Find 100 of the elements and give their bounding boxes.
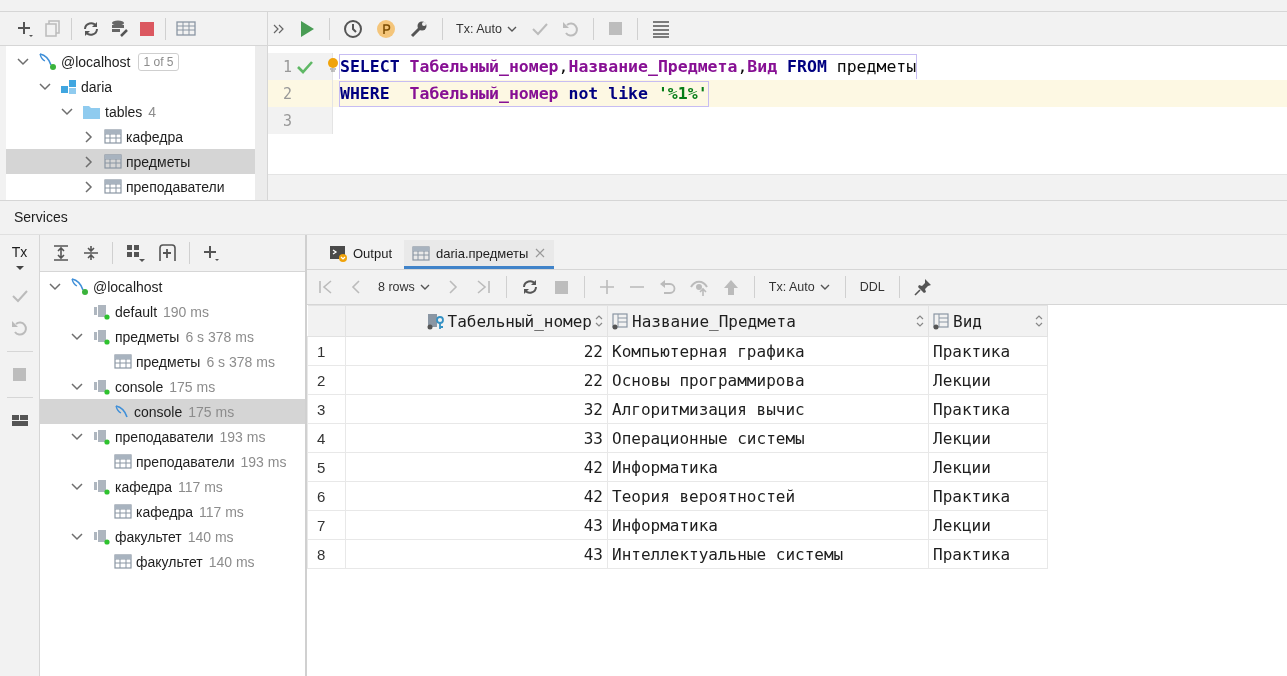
row-number: 6 — [307, 481, 346, 511]
tree-item[interactable]: console 175 ms — [40, 399, 305, 424]
session-icon — [92, 327, 111, 346]
table-icon — [114, 503, 132, 520]
tree-item[interactable]: предметы 6 s 378 ms — [40, 349, 305, 374]
tree-item[interactable]: tables 4 — [6, 99, 255, 124]
table-cell: Практика — [928, 481, 1048, 511]
table-cell: Лекции — [928, 423, 1048, 453]
tree-item[interactable]: кафедра — [6, 124, 255, 149]
ddl-button[interactable]: DDL — [859, 280, 885, 294]
session-icon — [92, 427, 111, 446]
add-icon[interactable] — [16, 19, 34, 38]
run-icon[interactable] — [298, 18, 316, 39]
tree-item[interactable]: кафедра 117 ms — [40, 474, 305, 499]
table-icon — [114, 353, 132, 370]
sort-icon[interactable] — [595, 314, 603, 328]
table-cell: Основы программирова — [607, 365, 929, 395]
table-cell: Операционные системы — [607, 423, 929, 453]
column-header[interactable]: Табельный_номер — [345, 305, 608, 337]
group-by-icon[interactable] — [125, 243, 145, 263]
duration-label: 140 ms — [187, 528, 234, 545]
tree-item[interactable]: @localhost 1 of 5 — [6, 49, 255, 74]
console-output-icon — [329, 244, 347, 262]
tree-item[interactable]: преподаватели 193 ms — [40, 424, 305, 449]
line-number: 2 — [281, 84, 292, 103]
transaction-mode-dropdown[interactable]: Tx: Auto — [456, 21, 518, 36]
tree-item[interactable]: преподаватели 193 ms — [40, 449, 305, 474]
tree-item[interactable]: кафедра 117 ms — [40, 499, 305, 524]
tree-item[interactable]: @localhost — [40, 274, 305, 299]
table-cell: Лекции — [928, 365, 1048, 395]
history-icon[interactable] — [343, 18, 363, 39]
key-column-icon — [426, 312, 445, 330]
schema-icon — [60, 78, 77, 95]
duration-label: 175 ms — [188, 403, 235, 420]
row-number: 1 — [307, 336, 346, 366]
transaction-mode-dropdown[interactable]: Tx: Auto — [768, 280, 831, 294]
refresh-icon[interactable] — [520, 278, 539, 296]
duration-label: 6 s 378 ms — [185, 328, 254, 345]
table-cell: Информатика — [607, 452, 929, 482]
tree-item[interactable]: предметы — [6, 149, 255, 174]
table-cell: 22 — [345, 336, 608, 366]
caret-icon — [14, 265, 25, 271]
row-number: 4 — [307, 423, 346, 453]
tree-item[interactable]: преподаватели — [6, 174, 255, 199]
column-header[interactable]: Вид — [928, 305, 1048, 337]
collapse-all-icon[interactable] — [82, 244, 100, 262]
tree-item[interactable]: daria — [6, 74, 255, 99]
table-cell: Теория вероятностей — [607, 481, 929, 511]
folder-icon — [82, 103, 101, 120]
transaction-mode-button[interactable]: Tx — [11, 245, 28, 273]
table-view-icon[interactable] — [176, 20, 196, 37]
table-cell: Лекции — [928, 452, 1048, 482]
lightbulb-icon[interactable] — [326, 57, 340, 73]
row-number: 5 — [307, 452, 346, 482]
column-header[interactable]: Название_Предмета — [607, 305, 929, 337]
table-cell: 43 — [345, 539, 608, 569]
tree-item[interactable]: console 175 ms — [40, 374, 305, 399]
duration-label: 140 ms — [208, 553, 255, 570]
table-cell: 42 — [345, 481, 608, 511]
add-service-icon[interactable] — [157, 243, 177, 263]
p-badge-icon[interactable] — [376, 18, 396, 39]
table-cell: 32 — [345, 394, 608, 424]
sort-icon[interactable] — [1035, 314, 1043, 328]
column-icon — [933, 312, 950, 330]
tab[interactable]: Output — [321, 240, 401, 269]
column-icon — [612, 312, 629, 330]
row-number: 7 — [307, 510, 346, 540]
item-count: 4 — [148, 103, 157, 120]
session-icon — [92, 477, 111, 496]
pin-icon[interactable] — [913, 278, 932, 296]
session-icon — [92, 527, 111, 546]
table-cell: Практика — [928, 539, 1048, 569]
database-settings-icon[interactable] — [110, 19, 129, 38]
table-icon — [104, 128, 122, 145]
close-icon[interactable] — [534, 247, 547, 259]
count-badge: 1 of 5 — [138, 52, 179, 71]
row-number: 2 — [307, 365, 346, 395]
table-icon — [114, 453, 132, 470]
output-layout-icon[interactable] — [650, 18, 671, 39]
stop-icon[interactable] — [139, 20, 155, 37]
table-cell: 22 — [345, 365, 608, 395]
table-icon — [104, 178, 122, 195]
tab[interactable]: daria.предметы — [404, 240, 555, 269]
sort-icon[interactable] — [916, 314, 924, 328]
duration-label: 190 ms — [163, 303, 209, 320]
tree-item[interactable]: факультет 140 ms — [40, 524, 305, 549]
layout-icon[interactable] — [10, 412, 29, 429]
page-size-dropdown[interactable]: 8 rows — [378, 280, 431, 294]
add-icon[interactable] — [202, 244, 220, 262]
tree-item[interactable]: факультет 140 ms — [40, 549, 305, 574]
panel-title: Services — [13, 208, 69, 227]
tree-item[interactable]: предметы 6 s 378 ms — [40, 324, 305, 349]
session-icon — [92, 377, 111, 396]
expand-all-icon[interactable] — [52, 244, 70, 262]
refresh-icon[interactable] — [82, 19, 100, 38]
table-icon — [114, 553, 132, 570]
duration-label: 193 ms — [219, 428, 266, 445]
session-icon — [92, 302, 111, 321]
tree-item[interactable]: default 190 ms — [40, 299, 305, 324]
table-icon — [412, 244, 431, 262]
